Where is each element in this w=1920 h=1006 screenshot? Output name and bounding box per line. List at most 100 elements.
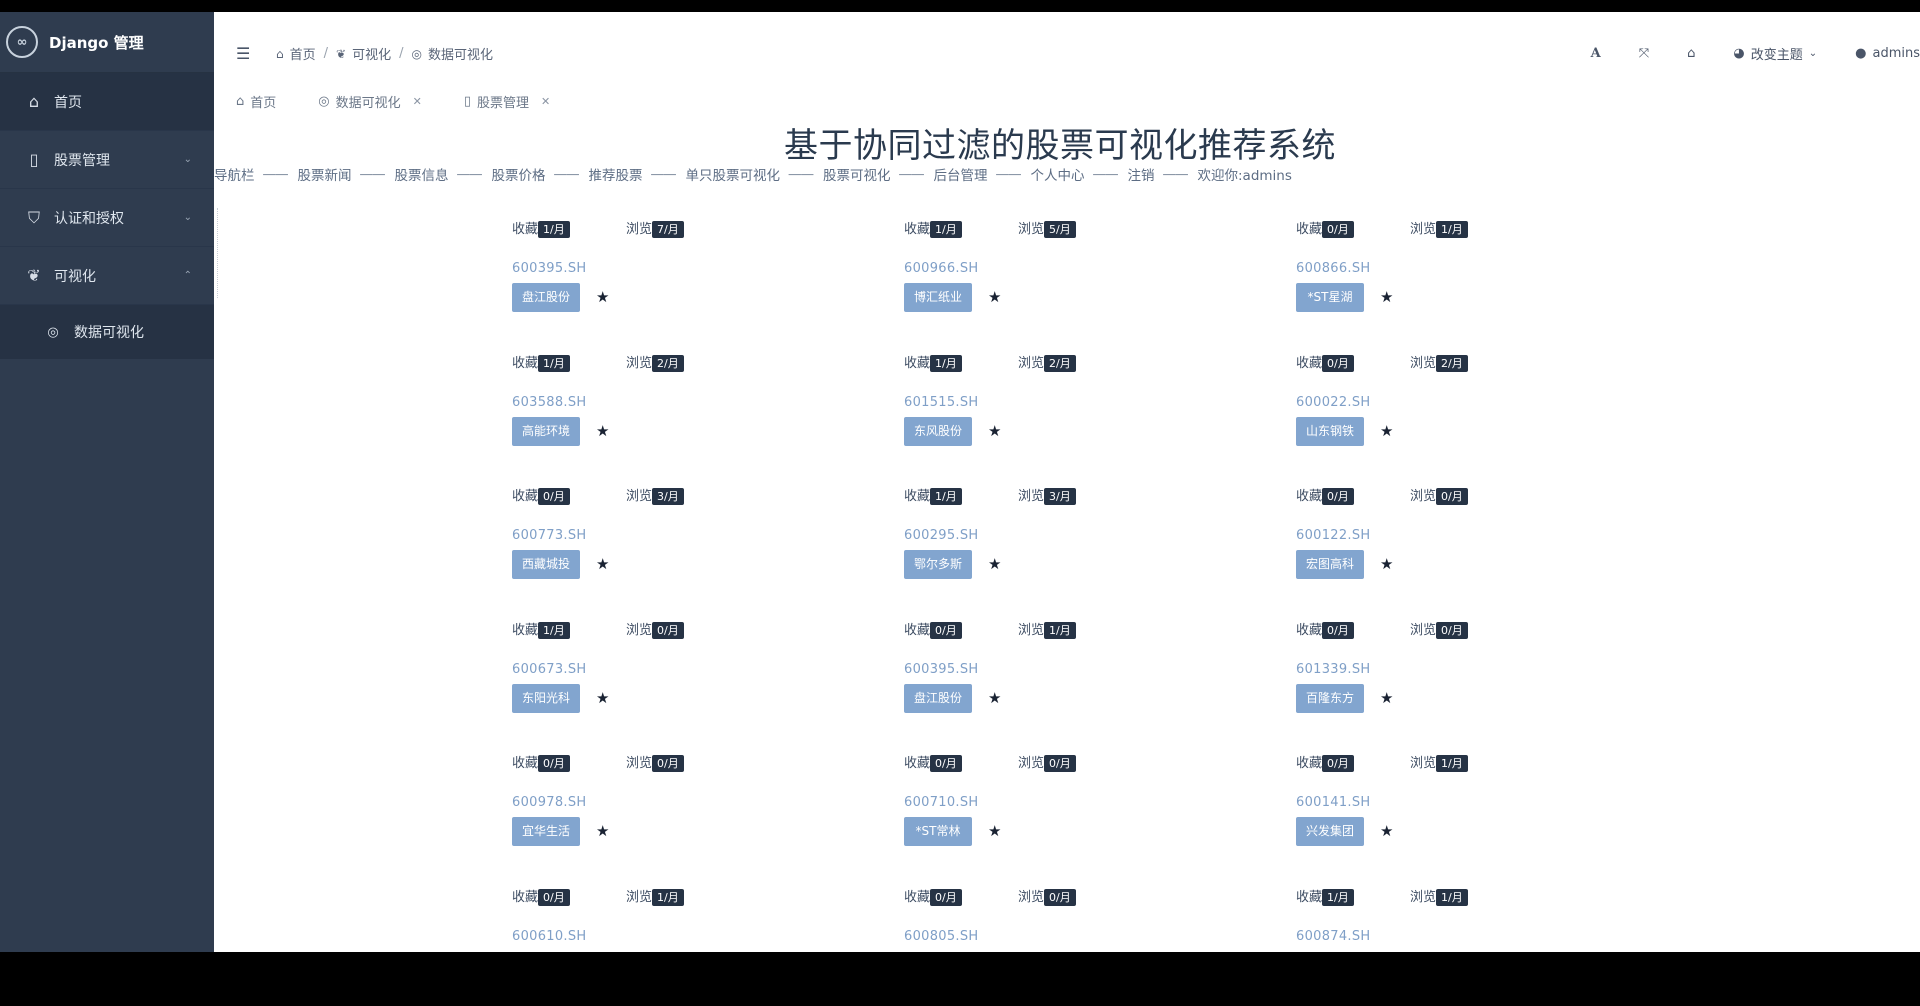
star-icon[interactable]: ★ [596, 822, 609, 840]
stock-name-button[interactable]: 宏图高科 [1296, 550, 1364, 579]
browse-badge: 7/月 [652, 221, 684, 238]
stock-name-button[interactable]: 博汇纸业 [904, 283, 972, 312]
stock-card: 收藏 1/月 浏览 0/月 600673.SH 东阳光科 ★ [512, 619, 772, 739]
stock-code[interactable]: 600978.SH [512, 795, 587, 810]
stock-code[interactable]: 600610.SH [512, 929, 587, 944]
star-icon[interactable]: ★ [596, 288, 609, 306]
browse-badge: 2/月 [1044, 354, 1076, 372]
stock-code[interactable]: 600710.SH [904, 795, 979, 810]
stock-card: 收藏 1/月 浏览 2/月 603588.SH 高能环境 ★ [512, 352, 772, 472]
browse-stat: 浏览 2/月 [626, 352, 684, 372]
stock-card: 收藏 0/月 浏览 1/月 600866.SH *ST星湖 ★ [1296, 218, 1556, 338]
stock-name-button[interactable]: 东阳光科 [512, 683, 580, 713]
stock-card: 收藏 0/月 浏览 0/月 600710.SH *ST常林 ★ [904, 752, 1164, 872]
collect-stat: 收藏 1/月 [512, 218, 570, 238]
collect-stat: 收藏 0/月 [904, 752, 962, 772]
stock-code[interactable]: 603588.SH [512, 395, 587, 410]
browse-stat: 浏览 3/月 [1018, 485, 1076, 505]
browse-badge: 1/月 [1436, 755, 1468, 772]
collect-label: 收藏 [1296, 622, 1323, 638]
star-icon[interactable]: ★ [988, 555, 1001, 573]
stock-code[interactable]: 601339.SH [1296, 662, 1371, 677]
collect-stat: 收藏 0/月 [1296, 218, 1354, 238]
browse-badge: 5/月 [1044, 221, 1076, 238]
star-icon[interactable]: ★ [1380, 822, 1393, 840]
stock-code[interactable]: 601515.SH [904, 395, 979, 410]
stock-name-button[interactable]: 山东钢铁 [1296, 416, 1364, 446]
stock-name-button[interactable]: 盘江股份 [512, 283, 580, 312]
stock-code[interactable]: 600022.SH [1296, 395, 1371, 410]
browse-badge: 1/月 [1436, 221, 1468, 238]
star-icon[interactable]: ★ [988, 822, 1001, 840]
stock-card: 收藏 1/月 浏览 7/月 600395.SH 盘江股份 ★ [512, 218, 772, 338]
stock-code[interactable]: 600874.SH [1296, 929, 1371, 944]
browse-label: 浏览 [1410, 222, 1437, 237]
stock-name-button[interactable]: 东风股份 [904, 416, 972, 446]
star-icon[interactable]: ★ [1380, 689, 1393, 707]
browse-stat: 浏览 1/月 [1410, 752, 1468, 772]
stock-card: 收藏 0/月 浏览 1/月 600141.SH 兴发集团 ★ [1296, 752, 1556, 872]
stock-name-button[interactable]: *ST星湖 [1296, 283, 1364, 312]
stock-code[interactable]: 600773.SH [512, 528, 587, 543]
collect-stat: 收藏 0/月 [512, 886, 570, 906]
stock-code[interactable]: 600673.SH [512, 662, 587, 677]
stock-name-button[interactable]: 盘江股份 [904, 683, 972, 713]
star-icon[interactable]: ★ [988, 422, 1001, 440]
collect-label: 收藏 [904, 489, 931, 504]
star-icon[interactable]: ★ [596, 689, 609, 707]
collect-stat: 收藏 0/月 [1296, 752, 1354, 772]
collect-stat: 收藏 0/月 [904, 886, 962, 906]
stock-code[interactable]: 600395.SH [512, 261, 587, 276]
collect-label: 收藏 [1296, 355, 1323, 371]
stock-name-button[interactable]: 高能环境 [512, 416, 580, 446]
browse-badge: 2/月 [1436, 354, 1468, 372]
stock-name-button[interactable]: *ST常林 [904, 817, 972, 846]
collect-label: 收藏 [904, 889, 931, 905]
stock-code[interactable]: 600966.SH [904, 261, 979, 276]
collect-stat: 收藏 1/月 [904, 352, 962, 372]
stock-grid: 收藏 1/月 浏览 7/月 600395.SH 盘江股份 ★ 收藏 1/月 浏览 5/月 600966… [0, 0, 1920, 952]
browse-label: 浏览 [1018, 222, 1045, 237]
browse-stat: 浏览 0/月 [1018, 752, 1076, 772]
browse-label: 浏览 [1410, 756, 1437, 771]
collect-badge: 1/月 [538, 221, 570, 238]
stock-name-button[interactable]: 百隆东方 [1296, 683, 1364, 713]
collect-stat: 收藏 1/月 [904, 485, 962, 505]
collect-badge: 0/月 [1322, 755, 1354, 772]
star-icon[interactable]: ★ [596, 555, 609, 573]
browse-label: 浏览 [1018, 489, 1045, 504]
collect-badge: 0/月 [1322, 621, 1354, 639]
star-icon[interactable]: ★ [988, 689, 1001, 707]
stock-code[interactable]: 600805.SH [904, 929, 979, 944]
star-icon[interactable]: ★ [988, 288, 1001, 306]
collect-badge: 1/月 [538, 621, 570, 639]
browse-stat: 浏览 1/月 [626, 886, 684, 906]
stock-code[interactable]: 600866.SH [1296, 261, 1371, 276]
browse-stat: 浏览 2/月 [1018, 352, 1076, 372]
star-icon[interactable]: ★ [1380, 288, 1393, 306]
star-icon[interactable]: ★ [596, 422, 609, 440]
collect-stat: 收藏 1/月 [512, 619, 570, 639]
stock-code[interactable]: 600141.SH [1296, 795, 1371, 810]
stock-card: 收藏 0/月 浏览 0/月 601339.SH 百隆东方 ★ [1296, 619, 1556, 739]
browse-stat: 浏览 7/月 [626, 218, 684, 238]
stock-name-button[interactable]: 兴发集团 [1296, 817, 1364, 846]
collect-label: 收藏 [904, 756, 931, 771]
stock-code[interactable]: 600295.SH [904, 528, 979, 543]
browse-stat: 浏览 2/月 [1410, 352, 1468, 372]
browse-label: 浏览 [1410, 889, 1437, 905]
stock-name-button[interactable]: 鄂尔多斯 [904, 550, 972, 579]
star-icon[interactable]: ★ [1380, 422, 1393, 440]
stock-name-button[interactable]: 宜华生活 [512, 817, 580, 846]
stock-code[interactable]: 600395.SH [904, 662, 979, 677]
collect-stat: 收藏 0/月 [1296, 619, 1354, 639]
collect-label: 收藏 [1296, 222, 1323, 237]
stock-name-button[interactable]: 西藏城投 [512, 550, 580, 579]
star-icon[interactable]: ★ [1380, 555, 1393, 573]
collect-label: 收藏 [512, 222, 539, 237]
stock-code[interactable]: 600122.SH [1296, 528, 1371, 543]
collect-badge: 0/月 [1322, 488, 1354, 505]
browse-stat: 浏览 1/月 [1410, 218, 1468, 238]
stock-card: 收藏 0/月 浏览 2/月 600022.SH 山东钢铁 ★ [1296, 352, 1556, 472]
browse-badge: 1/月 [1436, 888, 1468, 906]
